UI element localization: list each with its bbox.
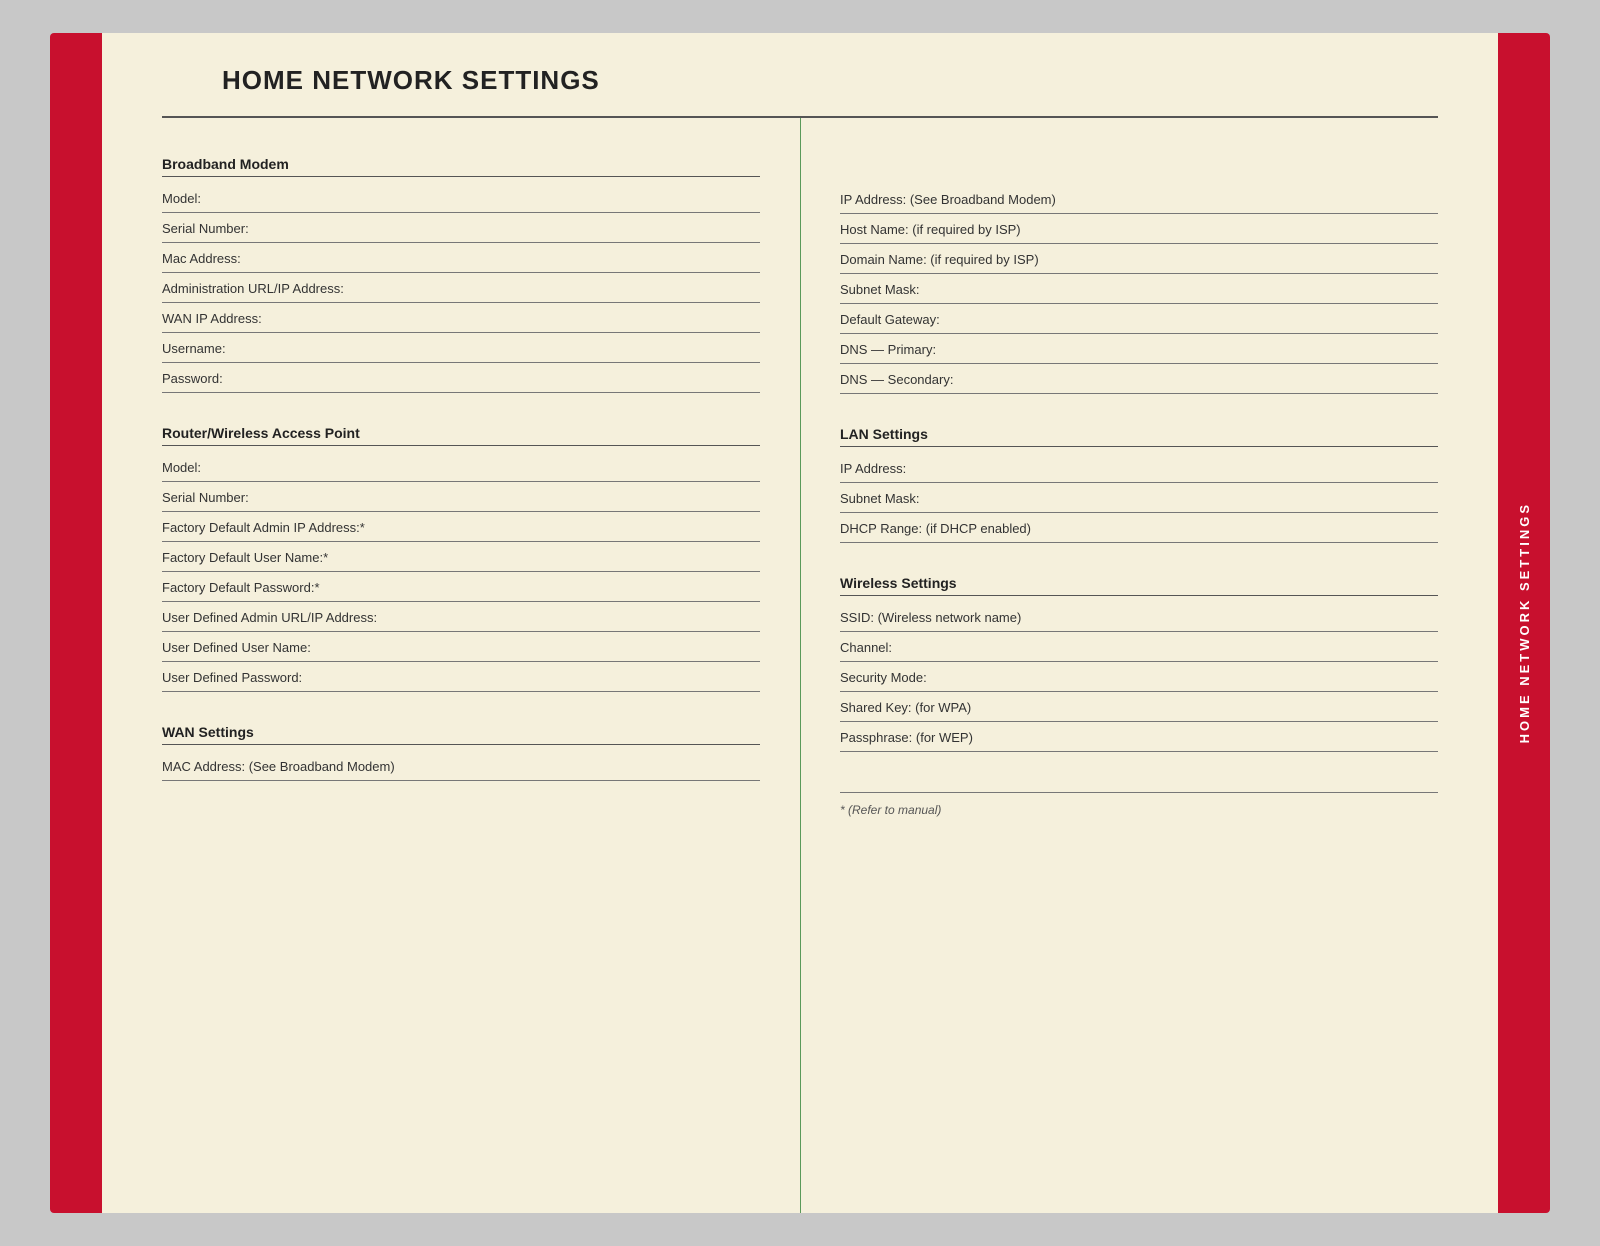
section-wan-heading: WAN Settings	[162, 724, 760, 745]
field-row: Domain Name: (if required by ISP)	[840, 244, 1438, 274]
field-label: Host Name: (if required by ISP)	[840, 222, 1021, 237]
field-label: User Defined User Name:	[162, 640, 311, 655]
section-broadband-modem-heading: Broadband Modem	[162, 156, 760, 177]
field-row: WAN IP Address:	[162, 303, 760, 333]
field-row: IP Address:	[840, 453, 1438, 483]
field-row: Password:	[162, 363, 760, 393]
field-label: DNS — Primary:	[840, 342, 936, 357]
field-row: Subnet Mask:	[840, 274, 1438, 304]
field-label: Factory Default Password:*	[162, 580, 320, 595]
field-row: Model:	[162, 183, 760, 213]
field-row: Host Name: (if required by ISP)	[840, 214, 1438, 244]
field-row: Factory Default Admin IP Address:*	[162, 512, 760, 542]
section-wireless-heading: Wireless Settings	[840, 575, 1438, 596]
field-label: IP Address: (See Broadband Modem)	[840, 192, 1056, 207]
field-label: Serial Number:	[162, 221, 249, 236]
field-label: DHCP Range: (if DHCP enabled)	[840, 521, 1031, 536]
field-label: Username:	[162, 341, 226, 356]
field-row: Channel:	[840, 632, 1438, 662]
field-label: DNS — Secondary:	[840, 372, 953, 387]
field-label: Subnet Mask:	[840, 282, 920, 297]
footnote-area: * (Refer to manual)	[840, 782, 1438, 819]
left-column: Broadband Modem Model: Serial Number: Ma…	[162, 138, 800, 1193]
field-label: Subnet Mask:	[840, 491, 920, 506]
field-row: User Defined Admin URL/IP Address:	[162, 602, 760, 632]
field-label: Administration URL/IP Address:	[162, 281, 344, 296]
field-label: SSID: (Wireless network name)	[840, 610, 1021, 625]
book-container: HOME NETWORK SETTINGS Broadband Modem Mo…	[50, 33, 1550, 1213]
field-row: Mac Address:	[162, 243, 760, 273]
field-label: Channel:	[840, 640, 892, 655]
field-label: Factory Default Admin IP Address:*	[162, 520, 365, 535]
page-title-section: HOME NETWORK SETTINGS	[162, 33, 1438, 118]
field-label: MAC Address: (See Broadband Modem)	[162, 759, 395, 774]
page-title: HOME NETWORK SETTINGS	[222, 65, 1378, 96]
field-row: User Defined User Name:	[162, 632, 760, 662]
field-row: Security Mode:	[840, 662, 1438, 692]
field-row: User Defined Password:	[162, 662, 760, 692]
field-label: Model:	[162, 460, 201, 475]
field-row: Username:	[162, 333, 760, 363]
field-label: Mac Address:	[162, 251, 241, 266]
field-label: Security Mode:	[840, 670, 927, 685]
field-row: Administration URL/IP Address:	[162, 273, 760, 303]
field-row: SSID: (Wireless network name)	[840, 602, 1438, 632]
field-label: Domain Name: (if required by ISP)	[840, 252, 1039, 267]
field-label: Default Gateway:	[840, 312, 940, 327]
field-label: User Defined Admin URL/IP Address:	[162, 610, 377, 625]
field-label: WAN IP Address:	[162, 311, 262, 326]
field-row: Subnet Mask:	[840, 483, 1438, 513]
field-label: Serial Number:	[162, 490, 249, 505]
right-column: IP Address: (See Broadband Modem) Host N…	[800, 138, 1438, 1193]
sidebar-label: HOME NETWORK SETTINGS	[1517, 502, 1532, 743]
field-row: Serial Number:	[162, 213, 760, 243]
main-content: HOME NETWORK SETTINGS Broadband Modem Mo…	[102, 33, 1498, 1213]
field-row: DHCP Range: (if DHCP enabled)	[840, 513, 1438, 543]
field-row: Factory Default Password:*	[162, 572, 760, 602]
field-label: User Defined Password:	[162, 670, 302, 685]
field-row: Factory Default User Name:*	[162, 542, 760, 572]
field-row: Serial Number:	[162, 482, 760, 512]
field-label: Factory Default User Name:*	[162, 550, 328, 565]
field-label: IP Address:	[840, 461, 906, 476]
field-row: MAC Address: (See Broadband Modem)	[162, 751, 760, 781]
red-bar-left	[50, 33, 102, 1213]
field-label: Passphrase: (for WEP)	[840, 730, 973, 745]
section-lan-heading: LAN Settings	[840, 426, 1438, 447]
field-row: Model:	[162, 452, 760, 482]
field-label: Password:	[162, 371, 223, 386]
field-label: Model:	[162, 191, 201, 206]
columns-wrapper: Broadband Modem Model: Serial Number: Ma…	[102, 118, 1498, 1213]
field-label: Shared Key: (for WPA)	[840, 700, 971, 715]
field-row: Default Gateway:	[840, 304, 1438, 334]
field-row: IP Address: (See Broadband Modem)	[840, 184, 1438, 214]
footnote-text: * (Refer to manual)	[840, 803, 941, 817]
field-row: Passphrase: (for WEP)	[840, 722, 1438, 752]
field-row: DNS — Secondary:	[840, 364, 1438, 394]
red-bar-right: HOME NETWORK SETTINGS	[1498, 33, 1550, 1213]
field-row: DNS — Primary:	[840, 334, 1438, 364]
field-row: Shared Key: (for WPA)	[840, 692, 1438, 722]
section-router-heading: Router/Wireless Access Point	[162, 425, 760, 446]
